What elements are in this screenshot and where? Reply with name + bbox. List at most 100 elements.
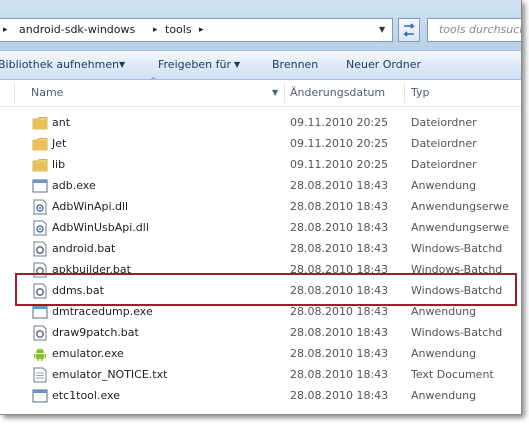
exe-icon xyxy=(32,388,48,404)
exe-icon xyxy=(32,178,48,194)
column-divider xyxy=(14,83,15,103)
chevron-down-icon[interactable]: ▼ xyxy=(234,51,240,79)
file-date: 28.08.2010 18:43 xyxy=(290,305,389,318)
file-type: Anwendung xyxy=(411,179,477,192)
file-row[interactable]: AdbWinUsbApi.dll 28.08.2010 18:43 Anwendun… xyxy=(0,217,521,238)
file-date: 28.08.2010 18:43 xyxy=(290,368,389,381)
android-icon xyxy=(32,346,48,362)
file-type: Anwendungserwe xyxy=(411,200,509,213)
file-name: AdbWinApi.dll xyxy=(52,200,129,213)
search-input[interactable]: tools durchsuchen xyxy=(427,18,521,42)
file-date: 09.11.2010 20:25 xyxy=(290,137,389,150)
search-placeholder: tools durchsuchen xyxy=(439,23,521,36)
refresh-icon xyxy=(403,23,415,37)
bat-icon xyxy=(32,283,48,299)
share-with-button[interactable]: Freigeben für xyxy=(158,51,231,79)
file-type: Dateiordner xyxy=(411,158,477,171)
bat-icon xyxy=(32,262,48,278)
file-name: draw9patch.bat xyxy=(52,326,139,339)
file-type: Text Document xyxy=(411,368,494,381)
file-name: AdbWinUsbApi.dll xyxy=(52,221,149,234)
file-row[interactable]: ant 09.11.2010 20:25 Dateiordner xyxy=(0,112,521,133)
file-row[interactable]: lib 09.11.2010 20:25 Dateiordner xyxy=(0,154,521,175)
column-header-type[interactable]: Typ xyxy=(411,80,430,106)
breadcrumb-separator-icon[interactable]: ▸ xyxy=(199,19,204,41)
file-name: apkbuilder.bat xyxy=(52,263,131,276)
column-header-name[interactable]: Name xyxy=(31,80,63,106)
file-type: Windows-Batchd xyxy=(411,284,503,297)
add-to-library-button[interactable]: Bibliothek aufnehmen xyxy=(0,51,119,79)
file-date: 28.08.2010 18:43 xyxy=(290,179,389,192)
file-type: Dateiordner xyxy=(411,137,477,150)
breadcrumb-separator-icon[interactable]: ▸ xyxy=(153,19,158,41)
file-type: Dateiordner xyxy=(411,116,477,129)
burn-button[interactable]: Brennen xyxy=(272,51,318,79)
file-date: 09.11.2010 20:25 xyxy=(290,158,389,171)
file-name: Jet xyxy=(52,137,67,150)
text-file-icon xyxy=(32,367,48,383)
bat-icon xyxy=(32,241,48,257)
file-row[interactable]: emulator_NOTICE.txt 28.08.2010 18:43 Text … xyxy=(0,364,521,385)
file-name: lib xyxy=(52,158,66,171)
file-date: 28.08.2010 18:43 xyxy=(290,200,389,213)
file-date: 09.11.2010 20:25 xyxy=(290,116,389,129)
folder-icon xyxy=(32,136,48,152)
address-bar[interactable]: ▸ android-sdk-windows ▸ tools ▸ ▼ xyxy=(0,18,393,42)
file-name: emulator_NOTICE.txt xyxy=(52,368,168,381)
file-row[interactable]: android.bat 28.08.2010 18:43 Windows-Batch… xyxy=(0,238,521,259)
file-row[interactable]: dmtracedump.exe 28.08.2010 18:43 Anwendung xyxy=(0,301,521,322)
file-type: Anwendung xyxy=(411,389,477,402)
file-name: adb.exe xyxy=(52,179,96,192)
file-name: emulator.exe xyxy=(52,347,124,360)
file-name: ddms.bat xyxy=(52,284,104,297)
file-name: android.bat xyxy=(52,242,116,255)
refresh-button[interactable] xyxy=(398,18,420,42)
dll-icon xyxy=(32,220,48,236)
file-type: Windows-Batchd xyxy=(411,326,503,339)
new-folder-button[interactable]: Neuer Ordner xyxy=(346,51,421,79)
file-date: 28.08.2010 18:43 xyxy=(290,326,389,339)
file-row[interactable]: etc1tool.exe 28.08.2010 18:43 Anwendung xyxy=(0,385,521,406)
chevron-down-icon[interactable]: ▼ xyxy=(119,51,125,79)
breadcrumb-android-sdk-windows[interactable]: android-sdk-windows xyxy=(19,19,135,41)
exe-icon xyxy=(32,304,48,320)
breadcrumb-separator-icon[interactable]: ▸ xyxy=(3,19,8,41)
column-header: Name ^ ▼ Änderungsdatum Typ xyxy=(0,76,521,107)
file-date: 28.08.2010 18:43 xyxy=(290,347,389,360)
file-name: etc1tool.exe xyxy=(52,389,120,402)
file-row[interactable]: emulator.exe 28.08.2010 18:43 Anwendung xyxy=(0,343,521,364)
file-date: 28.08.2010 18:43 xyxy=(290,389,389,402)
address-history-dropdown-icon[interactable]: ▼ xyxy=(379,19,385,41)
dll-icon xyxy=(32,199,48,215)
file-row[interactable]: Jet 09.11.2010 20:25 Dateiordner xyxy=(0,133,521,154)
column-divider[interactable] xyxy=(404,83,405,103)
bat-icon xyxy=(32,325,48,341)
folder-icon xyxy=(32,157,48,173)
file-type: Windows-Batchd xyxy=(411,242,503,255)
file-date: 28.08.2010 18:43 xyxy=(290,221,389,234)
file-name: dmtracedump.exe xyxy=(52,305,153,318)
file-type: Anwendungserwe xyxy=(411,221,509,234)
file-row[interactable]: apkbuilder.bat 28.08.2010 18:43 Windows-Ba… xyxy=(0,259,521,280)
file-type: Anwendung xyxy=(411,305,477,318)
file-date: 28.08.2010 18:43 xyxy=(290,284,389,297)
file-type: Anwendung xyxy=(411,347,477,360)
folder-icon xyxy=(32,115,48,131)
file-row-ddms-bat[interactable]: ddms.bat 28.08.2010 18:43 Windows-Batchd xyxy=(0,280,521,301)
file-type: Windows-Batchd xyxy=(411,263,503,276)
file-row[interactable]: draw9patch.bat 28.08.2010 18:43 Windows-Ba… xyxy=(0,322,521,343)
breadcrumb-tools[interactable]: tools xyxy=(165,19,192,41)
file-date: 28.08.2010 18:43 xyxy=(290,242,389,255)
file-row[interactable]: adb.exe 28.08.2010 18:43 Anwendung xyxy=(0,175,521,196)
column-divider[interactable] xyxy=(284,83,285,103)
sort-ascending-icon: ^ xyxy=(150,76,157,85)
explorer-window: ▸ android-sdk-windows ▸ tools ▸ ▼ tools … xyxy=(0,0,522,415)
command-bar: Bibliothek aufnehmen ▼ Freigeben für ▼ B… xyxy=(0,50,521,80)
file-row[interactable]: AdbWinApi.dll 28.08.2010 18:43 Anwendungse… xyxy=(0,196,521,217)
column-filter-icon[interactable]: ▼ xyxy=(272,80,278,106)
address-bar-area: ▸ android-sdk-windows ▸ tools ▸ ▼ tools … xyxy=(0,0,521,50)
file-date: 28.08.2010 18:43 xyxy=(290,263,389,276)
torn-edge xyxy=(0,404,521,414)
file-name: ant xyxy=(52,116,71,129)
column-header-date[interactable]: Änderungsdatum xyxy=(290,80,385,106)
